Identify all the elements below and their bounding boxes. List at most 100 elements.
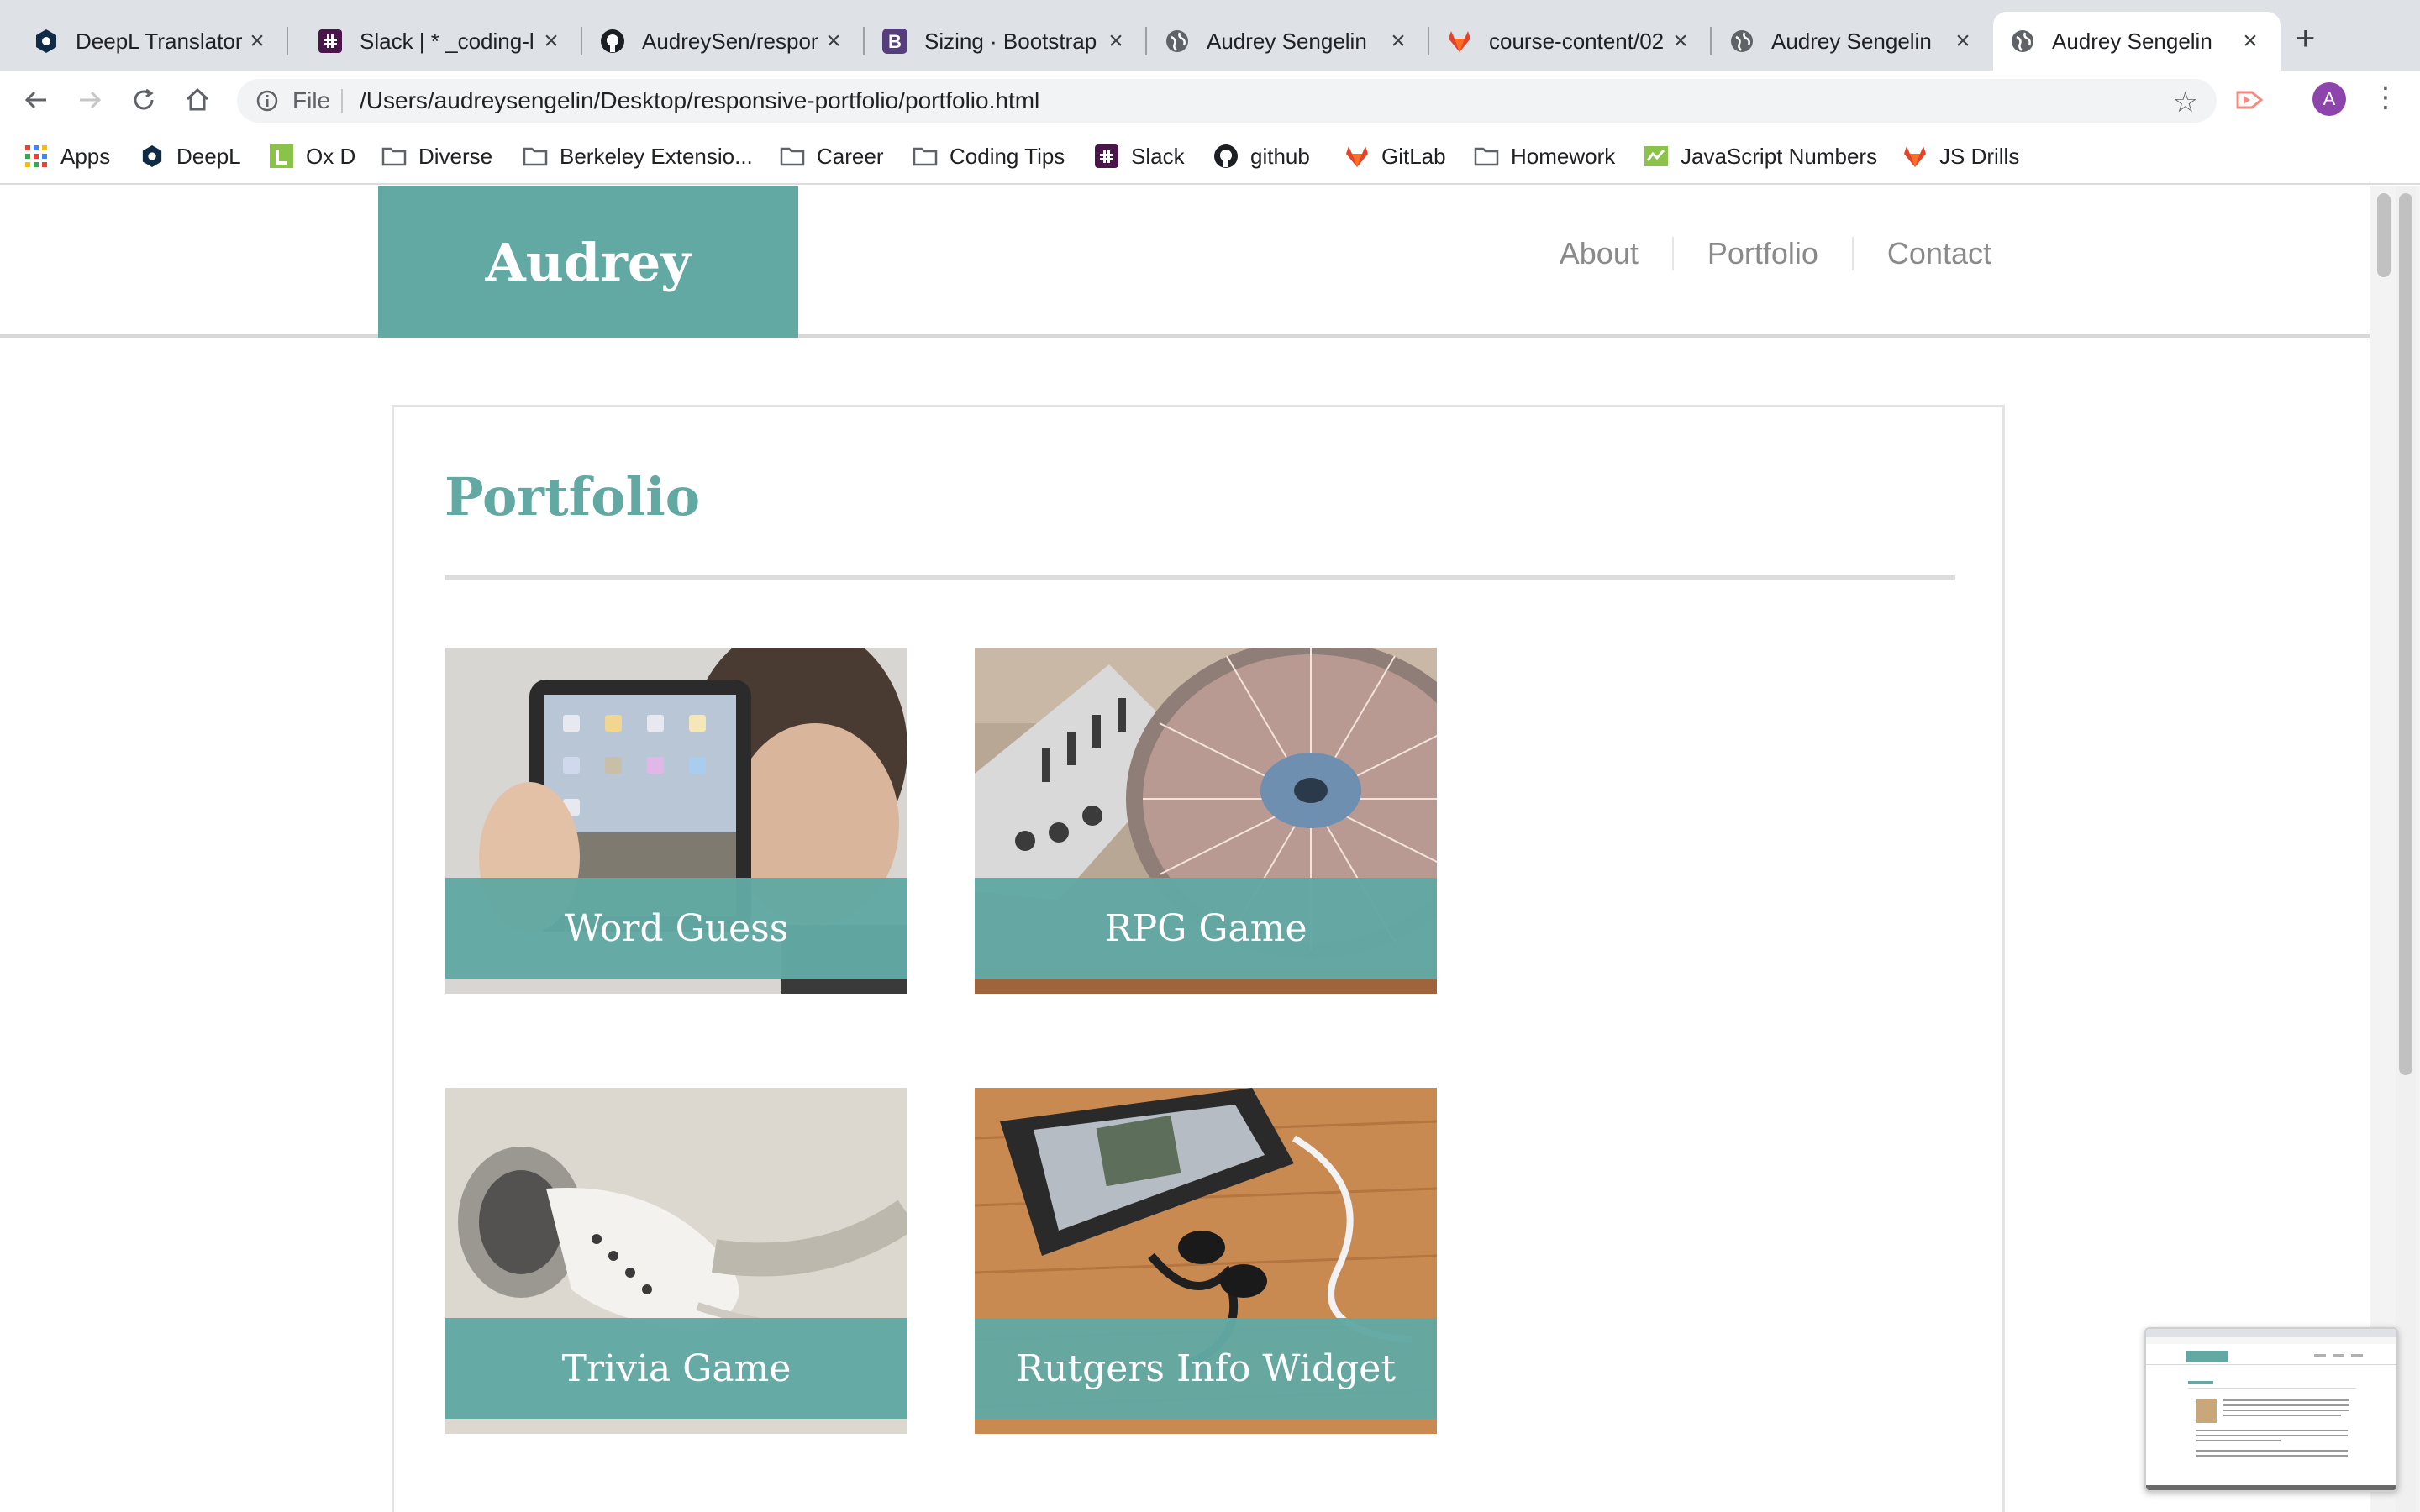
tab-separator — [1710, 27, 1712, 55]
bookmark-career[interactable]: Career — [780, 139, 883, 173]
github-icon — [1213, 144, 1239, 169]
bookmark-berkeley[interactable]: Berkeley Extensio... — [523, 139, 753, 173]
close-icon[interactable]: × — [1948, 29, 1978, 54]
close-icon[interactable]: × — [2235, 29, 2265, 54]
tab-title: Sizing · Bootstrap — [924, 28, 1097, 54]
site-logo[interactable]: Audrey — [378, 186, 798, 338]
close-icon[interactable]: × — [1665, 29, 1696, 54]
bookmark-label: Slack — [1131, 143, 1185, 169]
bookmark-label: Apps — [60, 143, 111, 169]
project-card-trivia-game[interactable]: Trivia Game — [445, 1088, 908, 1434]
slack-icon — [1094, 144, 1119, 169]
address-bar[interactable]: File /Users/audreysengelin/Desktop/respo… — [237, 79, 2217, 123]
scroll-thumb[interactable] — [2399, 193, 2412, 1075]
js-numbers-icon — [1644, 144, 1669, 169]
folder-icon — [1474, 144, 1499, 169]
bookmark-diverse[interactable]: Diverse — [381, 139, 492, 173]
project-title: Trivia Game — [561, 1347, 792, 1390]
bookmark-label: Ox D — [306, 143, 356, 169]
apps-grid-icon — [24, 144, 49, 169]
tab-separator — [581, 27, 582, 55]
extension-icon[interactable] — [2235, 87, 2264, 113]
project-card-rutgers-info-widget[interactable]: Rutgers Info Widget — [975, 1088, 1437, 1434]
bookmark-coding-tips[interactable]: Coding Tips — [913, 139, 1065, 173]
folder-icon — [381, 144, 407, 169]
close-icon[interactable]: × — [818, 29, 849, 54]
address-scheme: File — [292, 87, 331, 113]
close-icon[interactable]: × — [1383, 29, 1413, 54]
menu-dots-icon[interactable]: ⋮ — [2371, 81, 2400, 114]
bookmarks-bar: Apps DeepL Ox D Diverse Berkeley Extensi… — [0, 129, 2420, 185]
address-divider — [341, 89, 343, 113]
bookmark-label: GitLab — [1381, 143, 1446, 169]
globe-icon — [1729, 29, 1754, 54]
tab-github[interactable]: AudreySen/respon × — [583, 12, 865, 71]
bookmark-javascript-numbers[interactable]: JavaScript Numbers — [1644, 139, 1877, 173]
page-scrollbar[interactable] — [2370, 186, 2420, 1512]
tab-title: DeepL Translator — [76, 28, 242, 54]
folder-icon — [913, 144, 938, 169]
bookmark-label: github — [1250, 143, 1310, 169]
tab-gitlab[interactable]: course-content/02 × — [1430, 12, 1712, 71]
tab-bootstrap[interactable]: B Sizing · Bootstrap × — [865, 12, 1147, 71]
browser-toolbar: File /Users/audreysengelin/Desktop/respo… — [0, 71, 2420, 129]
bookmark-label: DeepL — [176, 143, 241, 169]
bookmark-label: Career — [817, 143, 884, 169]
bookmark-label: Diverse — [418, 143, 493, 169]
slack-icon — [318, 29, 343, 54]
bookmark-apps[interactable]: Apps — [24, 139, 110, 173]
bookmark-homework[interactable]: Homework — [1474, 139, 1615, 173]
globe-icon — [2010, 29, 2035, 54]
project-caption[interactable]: RPG Game — [975, 878, 1437, 979]
home-icon[interactable] — [178, 81, 217, 119]
nav-link-portfolio[interactable]: Portfolio — [1671, 237, 1852, 270]
bootstrap-icon: B — [882, 29, 908, 54]
tab-separator — [1428, 27, 1429, 55]
tab-audrey-1[interactable]: Audrey Sengelin × — [1148, 12, 1429, 71]
bookmark-label: JS Drills — [1939, 143, 2020, 169]
profile-avatar[interactable]: A — [2312, 82, 2346, 116]
bookmark-github[interactable]: github — [1213, 139, 1310, 173]
site-header: Audrey About Portfolio Contact — [0, 186, 2370, 338]
tab-slack[interactable]: Slack | * _coding-l × — [301, 12, 582, 71]
bookmark-label: Coding Tips — [950, 143, 1065, 169]
bookmark-star-icon[interactable]: ☆ — [2173, 86, 2198, 119]
tab-title: Audrey Sengelin — [1771, 28, 1932, 54]
inner-scroll-thumb[interactable] — [2377, 193, 2391, 277]
logo-text: Audrey — [485, 231, 692, 293]
project-card-word-guess[interactable]: Word Guess — [445, 648, 908, 994]
reload-icon[interactable] — [124, 81, 163, 119]
project-caption[interactable]: Trivia Game — [445, 1318, 908, 1419]
gitlab-icon — [1344, 144, 1370, 169]
bookmark-label: JavaScript Numbers — [1681, 143, 1878, 169]
page-viewport: Audrey About Portfolio Contact Portfolio — [0, 186, 2420, 1512]
bookmark-label: Homework — [1511, 143, 1616, 169]
screenshot-thumbnail[interactable] — [2144, 1327, 2398, 1492]
close-icon[interactable]: × — [536, 29, 566, 54]
close-icon[interactable]: × — [1101, 29, 1131, 54]
forward-arrow-icon[interactable] — [71, 81, 109, 119]
bookmark-gitlab[interactable]: GitLab — [1344, 139, 1446, 173]
info-icon[interactable] — [255, 89, 279, 113]
screenshot-preview-image — [2146, 1329, 2396, 1490]
bookmark-deepl[interactable]: DeepL — [139, 139, 241, 173]
bookmark-ox-d[interactable]: Ox D — [269, 139, 355, 173]
tab-deepl[interactable]: DeepL Translator × — [17, 12, 288, 71]
project-caption[interactable]: Word Guess — [445, 878, 908, 979]
folder-icon — [780, 144, 805, 169]
tab-separator — [1145, 27, 1147, 55]
tab-audrey-2[interactable]: Audrey Sengelin × — [1712, 12, 1993, 71]
address-url[interactable]: /Users/audreysengelin/Desktop/responsive… — [360, 87, 1039, 114]
tab-audrey-active[interactable]: Audrey Sengelin × — [1993, 12, 2281, 71]
heading-divider — [445, 575, 1955, 580]
bookmark-label: Berkeley Extensio... — [560, 143, 753, 169]
bookmark-js-drills[interactable]: JS Drills — [1902, 139, 2019, 173]
close-icon[interactable]: × — [242, 29, 272, 54]
nav-link-about[interactable]: About — [1526, 237, 1672, 270]
nav-link-contact[interactable]: Contact — [1851, 237, 1991, 270]
bookmark-slack[interactable]: Slack — [1094, 139, 1185, 173]
project-card-rpg-game[interactable]: RPG Game — [975, 648, 1437, 994]
new-tab-icon[interactable]: + — [2296, 20, 2315, 58]
project-caption[interactable]: Rutgers Info Widget — [975, 1318, 1437, 1419]
back-arrow-icon[interactable] — [17, 81, 55, 119]
